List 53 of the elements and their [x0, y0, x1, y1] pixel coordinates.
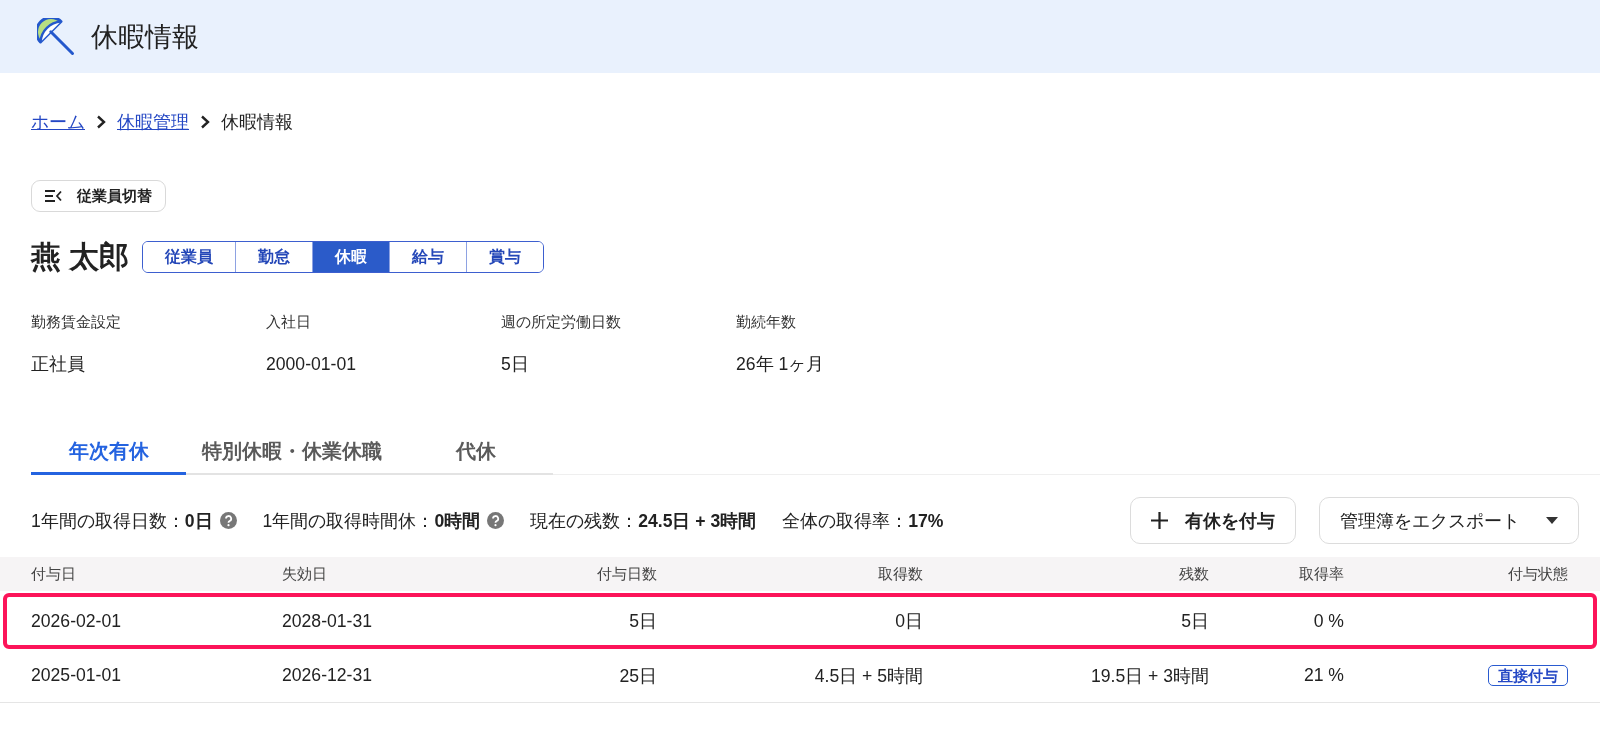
table-cell-text: 2025-01-01 [31, 665, 122, 686]
segment-tab[interactable]: 休暇 [312, 242, 390, 272]
breadcrumb-current: 休暇情報 [221, 111, 293, 134]
lines-chevron-icon [45, 190, 62, 202]
table-cell-text: 21 % [1302, 665, 1344, 686]
segment-tab[interactable]: 賞与 [466, 242, 544, 272]
column-header: 付与日 [31, 563, 77, 584]
summary-text: 1年間の取得時間休：0時間 [262, 509, 481, 533]
column-header: 取得率 [1298, 563, 1344, 584]
field-value: 2000-01-01 [266, 353, 357, 376]
table-cell-text: 19.5日 + 3時間 [1089, 664, 1209, 688]
chevron-right-icon [96, 115, 106, 129]
switch-employee-button[interactable]: 従業員切替 [31, 180, 166, 212]
field-value: 正社員 [31, 353, 86, 376]
tab[interactable]: 年次有休 [31, 431, 186, 475]
table-cell-text: 5日 [1180, 610, 1209, 633]
table-cell-text: 5日 [628, 610, 657, 633]
tab[interactable]: 代休 [398, 431, 553, 475]
umbrella-icon [37, 17, 75, 56]
column-header: 取得数 [877, 563, 923, 584]
table-cell-text: 2026-12-31 [282, 665, 373, 686]
breadcrumb-link[interactable]: ホーム [31, 110, 85, 134]
column-header: 残数 [1178, 563, 1209, 584]
table-cell-text: 0 % [1312, 610, 1344, 632]
field-label: 勤続年数 [736, 312, 797, 332]
page-title: 休暇情報 [91, 20, 199, 54]
table-cell-text: 2028-01-31 [282, 610, 373, 632]
field-label: 入社日 [266, 312, 312, 332]
field-value: 26年 1ヶ月 [736, 353, 826, 376]
field-label: 勤務賃金設定 [31, 312, 122, 332]
column-header: 付与状態 [1507, 563, 1568, 584]
breadcrumb-link[interactable]: 休暇管理 [117, 110, 189, 134]
column-header: 付与日数 [596, 563, 657, 584]
caret-down-icon [1546, 517, 1558, 524]
field-label: 週の所定労働日数 [501, 312, 622, 332]
table-cell-text: 4.5日 + 5時間 [813, 664, 923, 688]
employee-name: 燕 太郎 [31, 238, 130, 275]
summary-text: 現在の残数：24.5日 + 3時間 [530, 509, 757, 533]
help-icon[interactable] [487, 512, 505, 529]
summary-text: 全体の取得率：17% [782, 509, 944, 533]
table-cell-text: 0日 [894, 610, 923, 633]
plus-icon [1151, 512, 1168, 529]
tab[interactable]: 特別休暇・休業休職 [186, 431, 398, 475]
table-cell-text: 2026-02-01 [31, 610, 122, 632]
column-header: 失効日 [282, 563, 328, 584]
help-icon[interactable] [219, 512, 237, 529]
chevron-right-icon [200, 115, 210, 129]
table-cell-text: 25日 [618, 664, 657, 688]
status-badge: 直接付与 [1488, 665, 1568, 686]
summary-text: 1年間の取得日数：0日 [31, 509, 213, 533]
field-value: 5日 [501, 353, 530, 376]
dropdown-button[interactable]: 管理簿をエクスポート [1319, 497, 1579, 544]
add-button[interactable]: 有休を付与 [1130, 497, 1296, 544]
